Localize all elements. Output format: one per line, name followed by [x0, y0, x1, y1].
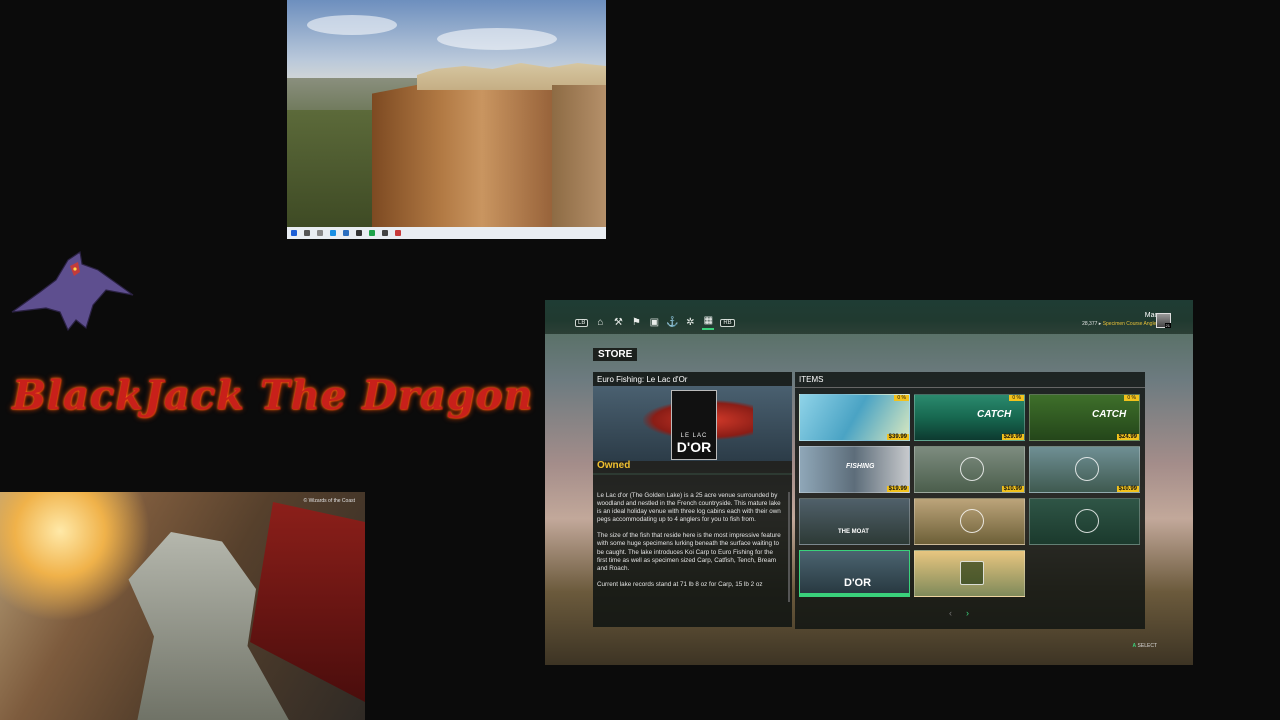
settings-icon[interactable]: ✲ [684, 318, 696, 328]
venue-emblem-icon [960, 509, 984, 533]
cloud [307, 15, 397, 35]
select-prompt[interactable]: A SELECT [1133, 643, 1157, 649]
avatar[interactable]: 21 [1156, 313, 1171, 328]
store-item-tile[interactable] [1029, 498, 1140, 545]
dragon-mascot-icon [11, 250, 134, 332]
store-item-tile[interactable]: $10.99 [914, 446, 1025, 493]
description-paragraph: The size of the fish that reside here is… [597, 532, 781, 572]
previous-page-button[interactable]: ‹ [949, 608, 952, 618]
price-tag: $19.99 [886, 486, 909, 492]
item-title-text: FISHING [846, 463, 875, 470]
store-item-tile[interactable]: $10.99 [1029, 446, 1140, 493]
item-title-text: CATCH [977, 409, 1012, 420]
game-store-window: LB ⌂ ⚒ ⚑ ▣ ⚓ ✲ ▦ RB Mac 28,377 ▸ Specime… [545, 300, 1193, 665]
rb-button[interactable]: RB [720, 319, 735, 327]
dragon-wing [250, 502, 365, 702]
pager: ‹ › [949, 608, 969, 618]
description-paragraph: Current lake records stand at 71 lb 8 oz… [597, 580, 763, 588]
discount-badge: 0 % [1124, 395, 1139, 401]
divider [593, 473, 792, 475]
home-icon[interactable]: ⌂ [594, 318, 606, 328]
search-icon [304, 230, 310, 236]
discount-badge: 0 % [1009, 395, 1024, 401]
items-title: ITEMS [795, 372, 1145, 388]
store-item-tile[interactable]: THE MOAT [799, 498, 910, 545]
taskbar [287, 227, 606, 239]
map-icon[interactable]: ⚑ [630, 318, 642, 328]
venue-emblem-icon [1075, 509, 1099, 533]
lac-dor-logo: LE LAC D'OR [671, 390, 717, 460]
taskbar-app-icon [369, 230, 375, 236]
user-xp: 28,377 ▸ Specimen Course Angler [1082, 321, 1158, 327]
venue-emblem-icon [960, 561, 984, 585]
store-item-tile[interactable]: FISHING $19.99 [799, 446, 910, 493]
next-page-button[interactable]: › [966, 608, 969, 618]
level-badge: 21 [1164, 323, 1171, 328]
user-info: Mac 28,377 ▸ Specimen Course Angler [1082, 312, 1158, 327]
venue-emblem-icon [1075, 457, 1099, 481]
discount-badge: 0 % [894, 395, 909, 401]
a-button-icon: A [1132, 643, 1137, 649]
bridge [552, 85, 606, 227]
status-badge: Owned [597, 460, 631, 471]
cliff [372, 82, 572, 227]
store-basket-icon[interactable]: ▦ [702, 316, 715, 330]
start-icon [291, 230, 297, 236]
store-item-tile[interactable]: 0 % $39.99 [799, 394, 910, 441]
item-title-text: CATCH [1092, 409, 1127, 420]
store-item-tile[interactable] [914, 550, 1025, 597]
store-item-tile[interactable] [914, 498, 1025, 545]
light-glow [0, 492, 150, 622]
edge-icon [330, 230, 336, 236]
taskbar-app-icon [343, 230, 349, 236]
logo-line2: D'OR [676, 439, 712, 455]
taskbar-app-icon [382, 230, 388, 236]
boat-icon[interactable]: ⚓ [666, 318, 678, 328]
detail-title: Euro Fishing: Le Lac d'Or [597, 375, 688, 384]
store-item-tile[interactable]: CATCH 0 % $29.99 [914, 394, 1025, 441]
price-tag: $10.99 [1001, 486, 1024, 492]
rank-title: Specimen Course Angler [1102, 321, 1158, 327]
store-item-tile[interactable]: CATCH 0 % $24.99 [1029, 394, 1140, 441]
taskbar-app-icon [356, 230, 362, 236]
taskbar-app-icon [395, 230, 401, 236]
items-grid: 0 % $39.99 CATCH 0 % $29.99 CATCH 0 % $2… [799, 394, 1140, 597]
item-description[interactable]: Le Lac d'or (The Golden Lake) is a 25 ac… [597, 492, 783, 602]
item-detail-panel: Euro Fishing: Le Lac d'Or LE LAC D'OR Ow… [593, 372, 792, 627]
venue-emblem-icon [960, 457, 984, 481]
price-tag: $29.99 [1001, 434, 1024, 440]
select-label: SELECT [1137, 643, 1157, 649]
shop-bag-icon[interactable]: ▣ [648, 318, 660, 328]
main-nav: LB ⌂ ⚒ ⚑ ▣ ⚓ ✲ ▦ RB [575, 316, 735, 330]
items-panel: ITEMS 0 % $39.99 CATCH 0 % $29.99 CATCH … [795, 372, 1145, 629]
xp-value: 28,377 [1082, 321, 1098, 327]
cloud [437, 28, 557, 50]
item-title-text: D'OR [844, 577, 872, 589]
lb-button[interactable]: LB [575, 319, 589, 327]
page-title: STORE [593, 348, 638, 361]
dragon-artwork: © Wizards of the Coast [0, 492, 365, 720]
tackle-icon[interactable]: ⚒ [612, 318, 624, 328]
description-scrollbar[interactable] [788, 492, 790, 602]
detail-image: LE LAC D'OR [593, 386, 792, 461]
item-title-text: THE MOAT [838, 529, 869, 535]
description-paragraph: Le Lac d'or (The Golden Lake) is a 25 ac… [597, 492, 781, 524]
user-name: Mac [1144, 312, 1158, 319]
price-tag: $24.99 [1116, 434, 1139, 440]
brand-title: BlackJack The Dragon [12, 371, 534, 419]
price-tag: $10.99 [1116, 486, 1139, 492]
taskbar-app-icon [317, 230, 323, 236]
price-tag: $39.99 [886, 434, 909, 440]
footer-prompts: A SELECT [545, 643, 1193, 651]
artwork-credit: © Wizards of the Coast [303, 498, 355, 504]
desktop-screenshot-thumbnail [287, 0, 606, 239]
store-item-tile-selected[interactable]: D'OR [799, 550, 910, 597]
